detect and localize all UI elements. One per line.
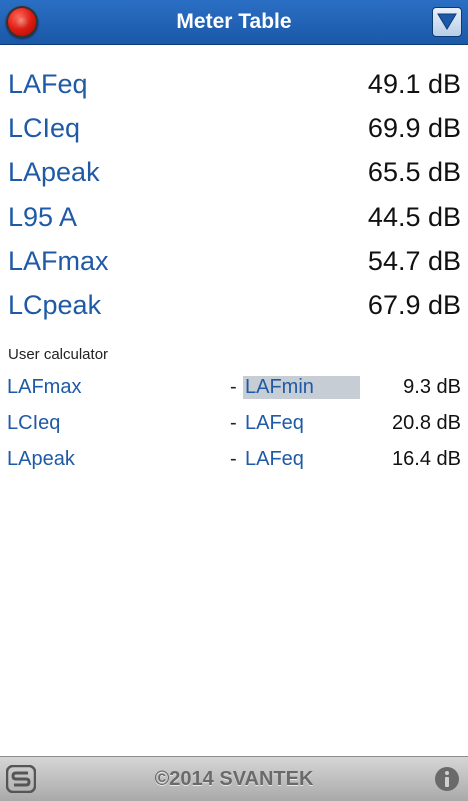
calculator-operand-b[interactable]: LAFeq [243, 448, 306, 471]
calculator-row: LAFmax - LAFmin 9.3 dB [0, 376, 468, 406]
calculator-operand-a[interactable]: LCIeq [7, 412, 60, 435]
calculator-operator: - [230, 412, 237, 434]
menu-dropdown-icon[interactable] [432, 7, 462, 37]
calculator-operator: - [230, 448, 237, 470]
reading-value: 67.9 dB [367, 289, 461, 320]
reading-row[interactable]: LCIeq 69.9 dB [8, 106, 461, 150]
app-footer: ©2014 SVANTEK [0, 756, 468, 801]
calculator-operand-a[interactable]: LAFmax [7, 376, 81, 399]
calculator-result: 9.3 dB [403, 376, 461, 398]
reading-row[interactable]: LCpeak 67.9 dB [8, 283, 461, 327]
calculator-operator: - [230, 376, 237, 398]
reading-label: LAFmax [8, 245, 109, 276]
info-icon[interactable] [434, 766, 460, 792]
calculator-operand-b[interactable]: LAFeq [243, 412, 306, 435]
reading-row[interactable]: L95 A 44.5 dB [8, 195, 461, 239]
reading-label: LCIeq [8, 112, 81, 143]
reading-value: 69.9 dB [367, 112, 461, 143]
calculator-row: LApeak - LAFeq 16.4 dB [0, 448, 468, 478]
reading-label: LCpeak [8, 289, 102, 320]
calculator-row: LCIeq - LAFeq 20.8 dB [0, 412, 468, 442]
page-title: Meter Table [176, 10, 292, 33]
calculator-result: 16.4 dB [392, 448, 461, 470]
reading-value: 65.5 dB [367, 156, 461, 187]
reading-value: 44.5 dB [367, 201, 461, 232]
copyright-text: ©2014 SVANTEK [154, 768, 314, 790]
reading-label: LAFeq [8, 68, 88, 99]
reading-row[interactable]: LAFeq 49.1 dB [8, 62, 461, 106]
reading-row[interactable]: LApeak 65.5 dB [8, 150, 461, 194]
reading-label: LApeak [8, 156, 100, 187]
reading-value: 54.7 dB [367, 245, 461, 276]
calculator-operand-b[interactable]: LAFmin [243, 376, 360, 399]
reading-value: 49.1 dB [367, 68, 461, 99]
app-header: Meter Table [0, 0, 468, 45]
calculator-operand-a[interactable]: LApeak [7, 448, 75, 471]
calculator-title: User calculator [8, 346, 109, 363]
reading-label: L95 A [8, 201, 78, 232]
calculator-result: 20.8 dB [392, 412, 461, 434]
reading-row[interactable]: LAFmax 54.7 dB [8, 239, 461, 283]
